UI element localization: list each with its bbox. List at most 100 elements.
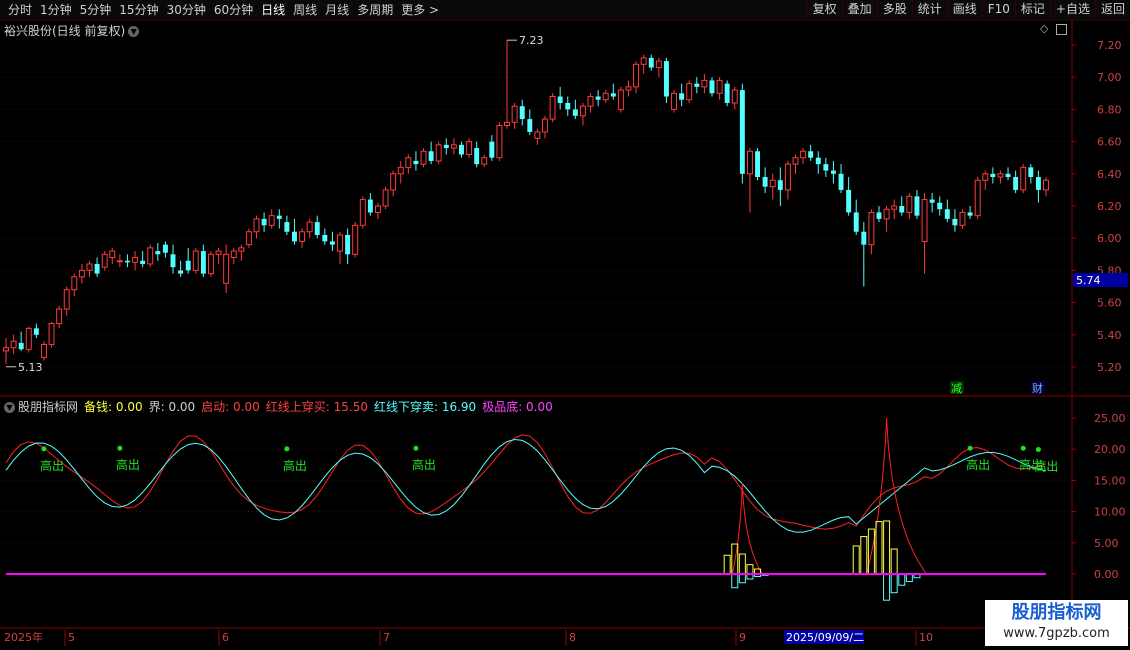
toolbar-button[interactable]: 统计 <box>911 0 947 19</box>
period-tab[interactable]: 1分钟 <box>36 2 76 18</box>
candle-body <box>602 92 609 101</box>
candle-body <box>671 92 677 110</box>
period-tab[interactable]: 月线 <box>321 2 353 18</box>
month-label: 7 <box>383 631 390 644</box>
indicator-title[interactable]: ▼ 股朋指标网 备钱: 0.00 界: 0.00 启动: 0.00 红线上穿买: 15.5… <box>4 398 559 415</box>
chevron-down-icon[interactable]: ▼ <box>128 26 140 37</box>
toolbar-button[interactable]: F10 <box>981 0 1015 19</box>
chart-canvas: 7.20 7.00 6.80 6.60 6.40 6.20 6.00 5.80 5.60 5.40… <box>0 20 1130 646</box>
price-tick-label: 6.40 <box>1097 168 1122 181</box>
signal-dot <box>1035 446 1041 452</box>
date-highlight-box <box>784 630 864 644</box>
period-tab[interactable]: 5分钟 <box>76 2 116 18</box>
candle-body <box>739 90 745 174</box>
candle-body <box>777 180 783 190</box>
label-hong-down: 红线下穿卖: 16.90 <box>373 400 477 414</box>
signal-label: 高出 <box>966 457 990 472</box>
price-tick-label: 7.00 <box>1097 71 1122 84</box>
candle-body <box>207 253 214 275</box>
candle-body <box>595 96 601 100</box>
month-label: 9 <box>739 631 746 644</box>
indicator-name: 股朋指标网 <box>18 400 79 414</box>
period-tabs: 分时 1分钟 5分钟 15分钟 30分钟 60分钟 日线 周线 月线 多周期 更多 > <box>4 2 443 18</box>
period-tab[interactable]: 15分钟 <box>115 2 162 18</box>
candle-body <box>223 253 230 284</box>
candle-body <box>1028 167 1034 178</box>
candle-body <box>990 173 996 178</box>
chevron-down-icon[interactable]: ▼ <box>4 402 15 413</box>
candle-body <box>284 222 290 232</box>
diamond-icon[interactable]: ◇ <box>1040 22 1048 35</box>
indicator-bar-up <box>738 553 746 575</box>
indicator-tick-label: 0.00 <box>1094 568 1119 581</box>
candle-body <box>952 218 958 226</box>
candle-body <box>694 83 700 87</box>
current-price-label: 5.74 <box>1076 274 1101 287</box>
toolbar-button[interactable]: 返回 <box>1094 0 1130 19</box>
candle-body <box>504 121 510 126</box>
signal-dot <box>967 445 973 451</box>
price-tick-label: 6.20 <box>1097 200 1122 213</box>
period-tab[interactable]: 多周期 <box>353 2 397 18</box>
candle-body <box>1043 179 1049 191</box>
candle-body <box>830 170 836 174</box>
candle-body <box>109 250 116 259</box>
candle-body <box>306 221 313 233</box>
candle-body <box>959 211 966 226</box>
indicator-bar-down <box>746 573 754 580</box>
indicator-bar-down <box>913 573 921 579</box>
period-tab[interactable]: 更多 > <box>397 2 443 18</box>
period-tab[interactable]: 日线 <box>257 2 289 18</box>
price-tick-label: 5.60 <box>1097 297 1122 310</box>
candle-body <box>86 263 93 271</box>
indicator-tick-label: 5.00 <box>1094 537 1119 550</box>
candle-body <box>846 189 852 213</box>
period-tab[interactable]: 周线 <box>289 2 321 18</box>
candle-body <box>101 253 108 268</box>
candle-body <box>633 63 640 88</box>
toolbar-button[interactable]: 复权 <box>806 0 842 19</box>
period-tab[interactable]: 60分钟 <box>210 2 257 18</box>
toolbar-button[interactable]: 画线 <box>946 0 982 19</box>
indicator-bar-up <box>723 554 731 575</box>
square-icon[interactable] <box>1055 23 1067 35</box>
candle-body <box>876 212 882 219</box>
candle-body <box>1035 177 1041 190</box>
candle-body <box>337 234 343 252</box>
candle-body <box>1013 177 1019 190</box>
toolbar-button[interactable]: 叠加 <box>841 0 877 19</box>
price-tick-label: 7.20 <box>1097 39 1122 52</box>
candle-body <box>170 254 176 268</box>
indicator-bar-down <box>754 573 762 577</box>
candle-body <box>967 212 973 216</box>
signal-label: 高出 <box>40 458 64 473</box>
oscillator-red-line <box>5 434 1047 530</box>
candle-body <box>997 173 1004 178</box>
toolbar-button[interactable]: 标记 <box>1014 0 1050 19</box>
candle-body <box>63 289 70 310</box>
candle-body <box>375 205 381 213</box>
candle-body <box>655 60 662 69</box>
label-qidong: 启动: 0.00 <box>201 400 260 414</box>
signal-dot <box>284 446 290 452</box>
candle-body <box>496 125 503 159</box>
candle-body <box>78 269 85 278</box>
candle-body <box>974 179 981 217</box>
marker-cai: 财 <box>1032 381 1043 395</box>
indicator-bar-up <box>746 564 754 575</box>
period-tab[interactable]: 分时 <box>4 2 36 18</box>
candle-body <box>428 151 434 161</box>
candle-body <box>663 61 669 97</box>
period-tab[interactable]: 30分钟 <box>163 2 210 18</box>
indicator-bar-up <box>860 536 868 575</box>
candle-body <box>245 231 252 246</box>
toolbar-button[interactable]: 多股 <box>876 0 912 19</box>
candle-body <box>140 260 146 264</box>
candle-body <box>800 150 807 159</box>
kline-title[interactable]: 裕兴股份(日线 前复权) ▼ <box>4 22 140 39</box>
candle-body <box>906 195 913 213</box>
candle-body <box>914 196 920 216</box>
candle-body <box>511 105 518 123</box>
candle-body <box>56 308 63 325</box>
toolbar-button[interactable]: +自选 <box>1049 0 1095 19</box>
